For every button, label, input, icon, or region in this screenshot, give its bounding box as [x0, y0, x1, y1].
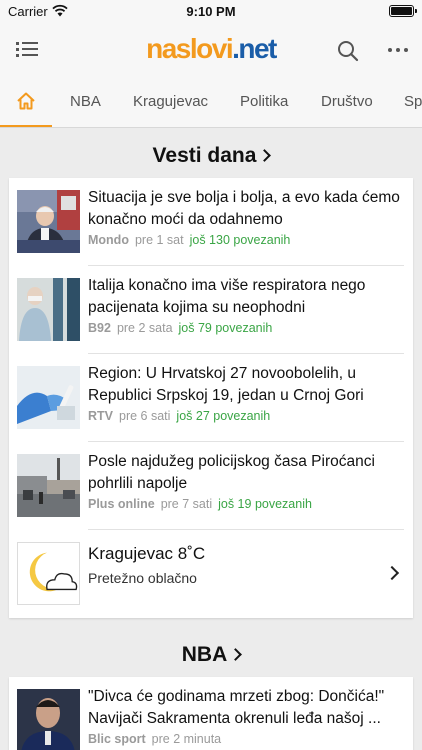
news-meta: RTV pre 6 sati još 27 povezanih	[88, 409, 270, 423]
news-item[interactable]: Situacija je sve bolja i bolja, a evo ka…	[9, 178, 413, 266]
related-link[interactable]: još 130 povezanih	[190, 233, 291, 247]
news-thumbnail	[17, 190, 80, 253]
news-item[interactable]: Italija konačno ima više respiratora neg…	[9, 266, 413, 354]
news-thumbnail	[17, 278, 80, 341]
news-headline: Posle najdužeg policijskog časa Piroćanc…	[88, 453, 375, 492]
news-source: B92	[88, 321, 111, 335]
news-meta: Plus online pre 7 sati još 19 povezanih	[88, 497, 312, 511]
section-header-vesti-dana[interactable]: Vesti dana	[0, 136, 422, 176]
related-link[interactable]: još 19 povezanih	[218, 497, 312, 511]
news-source: Mondo	[88, 233, 129, 247]
news-thumbnail	[17, 454, 80, 517]
app-header: naslovi.net	[0, 22, 422, 78]
news-card: Situacija je sve bolja i bolja, a evo ka…	[9, 178, 413, 618]
news-item[interactable]: Posle najdužeg policijskog časa Piroćanc…	[9, 442, 413, 530]
weather-city: Kragujevac 8˚C	[88, 544, 206, 563]
clock-time: 9:10 PM	[186, 4, 236, 19]
status-bar: Carrier 9:10 PM	[0, 0, 422, 22]
news-item[interactable]: Region: U Hrvatskoj 27 novoobolelih, u R…	[9, 354, 413, 442]
news-source: Plus online	[88, 497, 155, 511]
tab-home[interactable]	[0, 78, 52, 127]
tab-drustvo[interactable]: Društvo	[321, 78, 373, 127]
chevron-right-icon	[258, 149, 272, 162]
tab-politika[interactable]: Politika	[240, 78, 288, 127]
news-headline: Italija konačno ima više respiratora neg…	[88, 277, 366, 316]
related-link[interactable]: još 27 povezanih	[176, 409, 270, 423]
news-headline: Region: U Hrvatskoj 27 novoobolelih, u R…	[88, 365, 364, 404]
logo-text-naslovi: naslovi	[146, 33, 233, 64]
news-card: "Divca će godinama mrzeti zbog: Dončića!…	[9, 677, 413, 750]
tab-kragujevac[interactable]: Kragujevac	[133, 78, 208, 127]
chevron-right-icon	[384, 565, 400, 581]
weather-widget[interactable]: Kragujevac 8˚C Pretežno oblačno	[9, 530, 413, 616]
news-meta: B92 pre 2 sata još 79 povezanih	[88, 321, 272, 335]
news-meta: Mondo pre 1 sat još 130 povezanih	[88, 233, 290, 247]
section-header-nba[interactable]: NBA	[0, 635, 422, 675]
related-link[interactable]: još 79 povezanih	[179, 321, 273, 335]
category-tabs: NBA Kragujevac Politika Društvo Sport	[0, 78, 422, 128]
battery-icon	[389, 5, 417, 17]
news-time: pre 7 sati	[160, 497, 213, 511]
section-title: Vesti dana	[152, 144, 257, 167]
tab-sport[interactable]: Sport	[404, 78, 422, 127]
news-headline: Situacija je sve bolja i bolja, a evo ka…	[88, 189, 400, 228]
home-icon	[17, 92, 35, 110]
news-time: pre 1 sat	[134, 233, 184, 247]
tab-nba[interactable]: NBA	[70, 78, 101, 127]
news-meta: Blic sport pre 2 minuta	[88, 732, 221, 746]
news-time: pre 2 minuta	[151, 732, 222, 746]
partly-cloudy-night-icon	[17, 542, 80, 605]
chevron-right-icon	[229, 648, 243, 661]
news-thumbnail	[17, 689, 80, 750]
weather-description: Pretežno oblačno	[88, 570, 197, 586]
more-options-icon[interactable]	[386, 48, 410, 54]
section-title: NBA	[181, 643, 228, 666]
news-source: RTV	[88, 409, 113, 423]
news-item[interactable]: "Divca će godinama mrzeti zbog: Dončića!…	[9, 677, 413, 750]
logo-text-net: .net	[232, 33, 277, 64]
news-thumbnail	[17, 366, 80, 429]
news-source: Blic sport	[88, 732, 146, 746]
news-headline: "Divca će godinama mrzeti zbog: Dončića!…	[88, 688, 385, 727]
search-icon[interactable]	[336, 39, 360, 63]
news-time: pre 6 sati	[119, 409, 171, 423]
news-time: pre 2 sata	[116, 321, 173, 335]
